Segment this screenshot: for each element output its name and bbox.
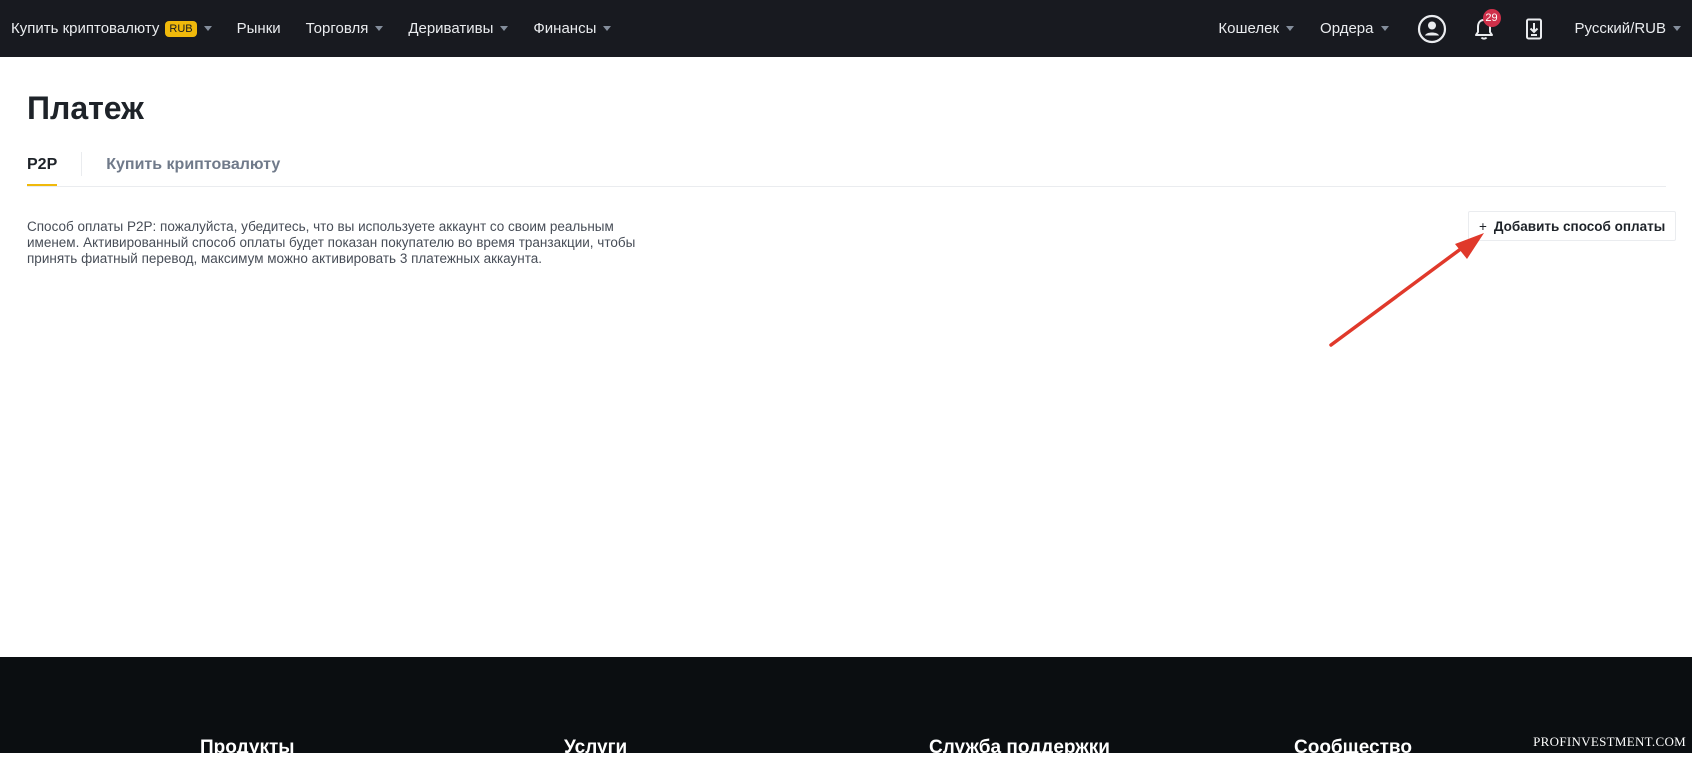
- nav-derivatives[interactable]: Деривативы: [408, 20, 509, 37]
- notice-line: именем. Активированный способ оплаты буд…: [27, 235, 636, 250]
- notice-line: Способ оплаты P2P: пожалуйста, убедитесь…: [27, 219, 614, 234]
- chevron-down-icon: [500, 26, 509, 31]
- p2p-payment-notice: Способ оплаты P2P: пожалуйста, убедитесь…: [27, 219, 677, 267]
- add-payment-method-button[interactable]: + Добавить способ оплаты: [1468, 211, 1677, 241]
- nav-derivatives-label: Деривативы: [408, 20, 494, 37]
- chevron-down-icon: [1673, 26, 1681, 31]
- nav-orders-label: Ордера: [1320, 20, 1374, 37]
- chevron-down-icon: [1286, 26, 1295, 31]
- top-navbar: Купить криптовалюту RUB Рынки Торговля Д…: [0, 0, 1692, 57]
- nav-markets-label: Рынки: [236, 20, 281, 37]
- notification-count-badge: 29: [1482, 8, 1501, 27]
- nav-orders[interactable]: Ордера: [1320, 20, 1389, 37]
- chevron-down-icon: [203, 26, 212, 31]
- currency-badge: RUB: [165, 20, 197, 37]
- footer-column-products: Продукты: [200, 737, 295, 758]
- nav-language-label: Русский/RUB: [1574, 20, 1667, 37]
- nav-language-currency[interactable]: Русский/RUB: [1574, 20, 1681, 37]
- nav-markets[interactable]: Рынки: [237, 20, 281, 37]
- download-icon[interactable]: [1519, 14, 1549, 44]
- add-payment-method-label: Добавить способ оплаты: [1493, 218, 1666, 234]
- chevron-down-icon: [375, 26, 384, 31]
- site-watermark: PROFINVESTMENT.COM: [1533, 734, 1686, 749]
- tab-buy-crypto[interactable]: Купить криптовалюту: [106, 148, 280, 186]
- nav-wallet-label: Кошелек: [1218, 20, 1280, 37]
- footer-column-community: Сообщество: [1294, 737, 1412, 758]
- tab-p2p[interactable]: P2P: [27, 148, 58, 186]
- chevron-down-icon: [603, 26, 612, 31]
- nav-right: Кошелек Ордера 29 Русский/RUB: [1192, 0, 1681, 57]
- tab-divider: [81, 152, 83, 176]
- page-title: Платеж: [27, 90, 144, 126]
- footer: Продукты Услуги Служба поддержки Сообщес…: [0, 657, 1692, 758]
- nav-left: Купить криптовалюту RUB Рынки Торговля Д…: [11, 0, 1192, 57]
- annotation-arrow-icon: [1329, 233, 1484, 347]
- nav-buy-crypto-label: Купить криптовалюту: [11, 20, 160, 37]
- nav-wallet[interactable]: Кошелек: [1218, 20, 1295, 37]
- nav-trade-label: Торговля: [305, 20, 369, 37]
- footer-column-services: Услуги: [564, 737, 628, 758]
- payment-tabs: P2P Купить криптовалюту: [27, 148, 1666, 187]
- nav-finance[interactable]: Финансы: [533, 20, 612, 37]
- nav-buy-crypto[interactable]: Купить криптовалюту RUB: [11, 20, 212, 37]
- plus-icon: +: [1479, 218, 1487, 234]
- nav-trade[interactable]: Торговля: [306, 20, 384, 37]
- chevron-down-icon: [1380, 26, 1389, 31]
- footer-column-support: Служба поддержки: [929, 737, 1110, 758]
- bell-icon[interactable]: 29: [1469, 8, 1501, 44]
- notice-line: принять фиатный перевод, максимум можно …: [27, 251, 543, 266]
- user-icon[interactable]: [1417, 14, 1447, 44]
- nav-finance-label: Финансы: [533, 20, 597, 37]
